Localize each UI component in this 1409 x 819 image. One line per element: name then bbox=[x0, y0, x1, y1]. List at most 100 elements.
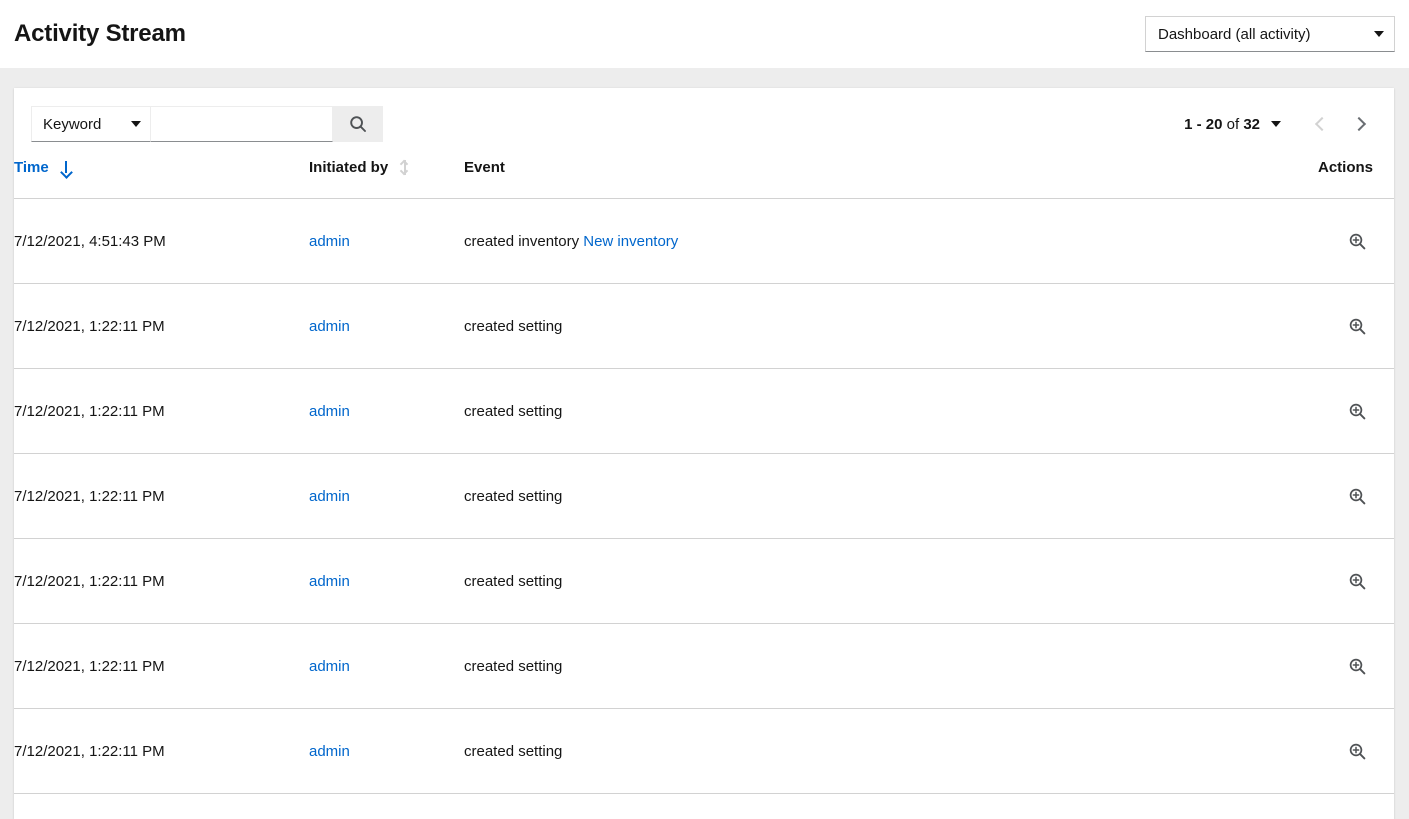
table-row: 7/12/2021, 1:22:11 PMadmin created settin… bbox=[14, 369, 1394, 454]
pagination-next-button[interactable] bbox=[1343, 107, 1377, 141]
pagination-of-label: of bbox=[1227, 116, 1240, 133]
cell-actions bbox=[1264, 539, 1394, 624]
event-description: created inventory bbox=[464, 233, 579, 250]
cell-time: 7/12/2021, 1:22:11 PM bbox=[14, 624, 309, 709]
initiated-by-link[interactable]: admin bbox=[309, 743, 350, 760]
sort-desc-icon bbox=[61, 161, 71, 175]
search-input[interactable] bbox=[151, 106, 333, 142]
chevron-down-icon bbox=[131, 121, 141, 127]
initiated-by-link[interactable]: admin bbox=[309, 573, 350, 590]
cell-initiated-by: admin bbox=[309, 199, 464, 284]
pagination-summary: 1 - 20 of 32 bbox=[1184, 116, 1260, 133]
cell-time: 7/12/2021, 1:22:11 PM bbox=[14, 369, 309, 454]
table-toolbar: Keyword 1 - 20 of 32 bbox=[14, 88, 1394, 159]
pagination-range: 1 - 20 bbox=[1184, 116, 1222, 133]
column-header-event-label: Event bbox=[464, 159, 505, 176]
table-row: 7/12/2021, 4:51:43 PMadmin created invent… bbox=[14, 199, 1394, 284]
cell-initiated-by: admin bbox=[309, 794, 464, 819]
table-row: 7/12/2021, 1:22:11 PMadmin created settin… bbox=[14, 539, 1394, 624]
search-plus-icon bbox=[1348, 232, 1367, 251]
column-header-initiated-by[interactable]: Initiated by bbox=[309, 159, 464, 199]
cell-initiated-by: admin bbox=[309, 539, 464, 624]
cell-event: created setting bbox=[464, 284, 1264, 369]
cell-event: created inventory New inventory bbox=[464, 199, 1264, 284]
header-actions: Dashboard (all activity) bbox=[1145, 16, 1395, 52]
table-head: Time Initiated by bbox=[14, 159, 1394, 199]
search-button[interactable] bbox=[333, 106, 383, 142]
event-description: created setting bbox=[464, 743, 562, 760]
activity-context-select[interactable]: Dashboard (all activity) bbox=[1145, 16, 1395, 52]
cell-time: 7/12/2021, 4:51:43 PM bbox=[14, 199, 309, 284]
cell-actions bbox=[1264, 624, 1394, 709]
cell-event: created setting bbox=[464, 709, 1264, 794]
event-resource-link[interactable]: New inventory bbox=[583, 233, 678, 250]
page-content: Keyword 1 - 20 of 32 bbox=[0, 68, 1409, 819]
column-header-time[interactable]: Time bbox=[14, 159, 309, 199]
search-plus-icon bbox=[1348, 317, 1367, 336]
search-plus-icon bbox=[1348, 657, 1367, 676]
event-description: created setting bbox=[464, 658, 562, 675]
cell-actions bbox=[1264, 794, 1394, 819]
view-details-button[interactable] bbox=[1341, 565, 1373, 597]
event-description: created setting bbox=[464, 488, 562, 505]
table-header-row: Time Initiated by bbox=[14, 159, 1394, 199]
chevron-down-icon bbox=[1374, 31, 1384, 37]
view-details-button[interactable] bbox=[1341, 395, 1373, 427]
cell-time: 7/12/2021, 1:22:11 PM bbox=[14, 284, 309, 369]
per-page-chevron-down-icon[interactable] bbox=[1271, 121, 1281, 127]
view-details-button[interactable] bbox=[1341, 310, 1373, 342]
view-details-button[interactable] bbox=[1341, 225, 1373, 257]
cell-event: created setting bbox=[464, 794, 1264, 819]
page-title: Activity Stream bbox=[14, 22, 186, 46]
column-header-event: Event bbox=[464, 159, 1264, 199]
chevron-left-icon bbox=[1314, 117, 1328, 131]
pagination-total: 32 bbox=[1243, 116, 1260, 133]
cell-actions bbox=[1264, 199, 1394, 284]
column-header-initiated-by-label: Initiated by bbox=[309, 159, 388, 176]
search-plus-icon bbox=[1348, 487, 1367, 506]
cell-time: 7/12/2021, 1:22:11 PM bbox=[14, 709, 309, 794]
event-description: created setting bbox=[464, 573, 562, 590]
activity-stream-card: Keyword 1 - 20 of 32 bbox=[14, 88, 1394, 819]
cell-event: created setting bbox=[464, 624, 1264, 709]
event-description: created setting bbox=[464, 403, 562, 420]
search-plus-icon bbox=[1348, 402, 1367, 421]
pagination-prev-button[interactable] bbox=[1303, 107, 1337, 141]
cell-initiated-by: admin bbox=[309, 709, 464, 794]
initiated-by-link[interactable]: admin bbox=[309, 488, 350, 505]
table-row: 7/12/2021, 1:22:11 PMadmin created settin… bbox=[14, 284, 1394, 369]
filter-type-select-value: Keyword bbox=[43, 116, 101, 133]
cell-initiated-by: admin bbox=[309, 624, 464, 709]
table-body: 7/12/2021, 4:51:43 PMadmincreated invent… bbox=[14, 199, 1394, 819]
column-header-actions-label: Actions bbox=[1318, 159, 1373, 176]
table-row: 7/12/2021, 1:22:11 PMadmin created settin… bbox=[14, 454, 1394, 539]
cell-time: 7/12/2021, 1:22:11 PM bbox=[14, 539, 309, 624]
initiated-by-link[interactable]: admin bbox=[309, 403, 350, 420]
search-plus-icon bbox=[1348, 572, 1367, 591]
view-details-button[interactable] bbox=[1341, 480, 1373, 512]
cell-actions bbox=[1264, 454, 1394, 539]
view-details-button[interactable] bbox=[1341, 735, 1373, 767]
cell-event: created setting bbox=[464, 454, 1264, 539]
event-description: created setting bbox=[464, 318, 562, 335]
chevron-right-icon bbox=[1351, 117, 1365, 131]
view-details-button[interactable] bbox=[1341, 650, 1373, 682]
activity-context-select-value: Dashboard (all activity) bbox=[1158, 26, 1311, 43]
column-header-actions: Actions bbox=[1264, 159, 1394, 199]
initiated-by-link[interactable]: admin bbox=[309, 658, 350, 675]
initiated-by-link[interactable]: admin bbox=[309, 233, 350, 250]
search-icon bbox=[349, 115, 367, 133]
pagination: 1 - 20 of 32 bbox=[1184, 107, 1377, 141]
cell-time: 7/12/2021, 1:22:11 PM bbox=[14, 794, 309, 819]
cell-initiated-by: admin bbox=[309, 454, 464, 539]
cell-initiated-by: admin bbox=[309, 284, 464, 369]
search-group: Keyword bbox=[31, 106, 383, 142]
sort-none-icon bbox=[400, 160, 410, 175]
cell-time: 7/12/2021, 1:22:11 PM bbox=[14, 454, 309, 539]
initiated-by-link[interactable]: admin bbox=[309, 318, 350, 335]
table-row: 7/12/2021, 1:22:11 PMadmincreated settin… bbox=[14, 794, 1394, 819]
cell-actions bbox=[1264, 709, 1394, 794]
cell-actions bbox=[1264, 284, 1394, 369]
filter-type-select[interactable]: Keyword bbox=[31, 106, 151, 142]
column-header-time-label: Time bbox=[14, 159, 49, 176]
